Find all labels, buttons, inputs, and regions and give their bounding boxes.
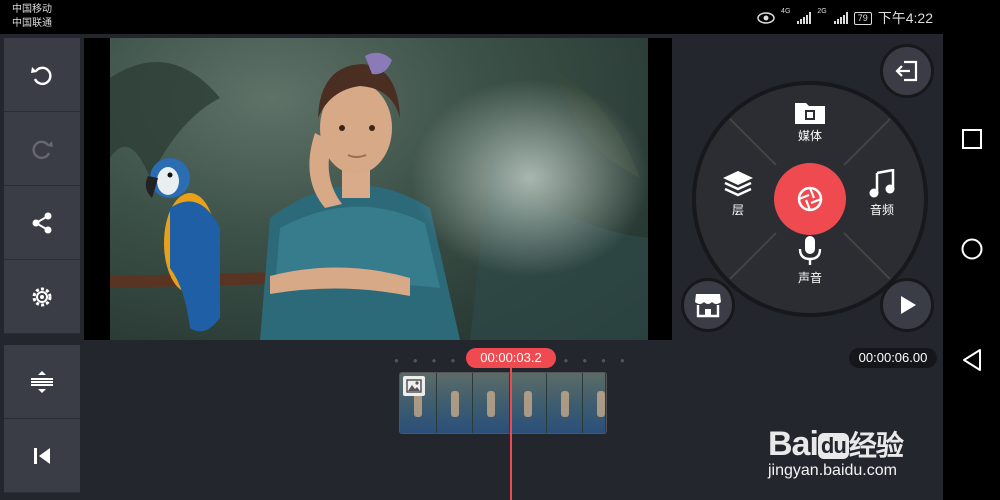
network-type-2: 2G bbox=[817, 8, 827, 15]
back-icon[interactable] bbox=[961, 348, 983, 372]
adjust-tracks-icon bbox=[31, 370, 53, 393]
baidu-logo: Bai du 经验 bbox=[768, 425, 904, 463]
layer-button[interactable]: 层 bbox=[708, 169, 768, 218]
signal-1-icon bbox=[797, 12, 812, 24]
total-duration: 00:00:06.00 bbox=[849, 348, 937, 368]
camera-shutter-icon bbox=[797, 186, 823, 212]
skip-to-start-button[interactable] bbox=[4, 419, 80, 493]
image-clip-icon bbox=[403, 376, 425, 396]
clip-thumbnail bbox=[509, 373, 547, 433]
system-nav-bar bbox=[943, 0, 1000, 500]
undo-button[interactable] bbox=[4, 38, 80, 112]
video-preview[interactable] bbox=[84, 38, 672, 340]
clip-thumbnail bbox=[473, 373, 510, 433]
play-icon bbox=[901, 296, 916, 314]
skip-to-start-icon bbox=[34, 447, 50, 464]
video-clip[interactable] bbox=[399, 372, 607, 434]
signal-2-icon bbox=[833, 12, 848, 24]
adjust-tracks-button[interactable] bbox=[4, 345, 80, 419]
clock: 下午4:22 bbox=[877, 10, 933, 26]
clip-thumbnail bbox=[436, 373, 474, 433]
playhead[interactable] bbox=[510, 368, 512, 500]
eye-icon bbox=[757, 12, 775, 24]
music-note-icon bbox=[869, 169, 895, 198]
media-button[interactable]: 媒体 bbox=[780, 99, 840, 144]
baidu-watermark: Bai du 经验 jingyan.baidu.com bbox=[768, 424, 948, 480]
preview-image bbox=[110, 38, 648, 340]
voice-button[interactable]: 声音 bbox=[780, 235, 840, 286]
layer-label: 层 bbox=[731, 203, 744, 217]
recent-apps-icon[interactable] bbox=[961, 128, 983, 150]
redo-button[interactable] bbox=[4, 112, 80, 186]
clip-thumbnail bbox=[546, 373, 584, 433]
layers-icon bbox=[723, 171, 753, 197]
share-icon bbox=[32, 212, 52, 233]
share-button[interactable] bbox=[4, 186, 80, 260]
baidu-url: jingyan.baidu.com bbox=[768, 462, 897, 479]
undo-icon bbox=[31, 66, 52, 85]
microphone-icon bbox=[798, 236, 822, 265]
store-icon bbox=[695, 294, 721, 318]
battery-level: 79 bbox=[853, 11, 872, 25]
playhead-time[interactable]: 00:00:03.2 bbox=[466, 348, 556, 368]
left-toolbar bbox=[4, 38, 80, 334]
audio-label: 音频 bbox=[869, 203, 894, 217]
voice-label: 声音 bbox=[797, 271, 822, 285]
media-label: 媒体 bbox=[797, 129, 822, 143]
status-bar: 中国移动 中国联通 4G 2G 79 下午4:22 bbox=[0, 0, 943, 34]
audio-button[interactable]: 音频 bbox=[852, 169, 912, 218]
carriers: 中国移动 中国联通 bbox=[12, 3, 52, 31]
play-button[interactable] bbox=[880, 278, 934, 332]
home-icon[interactable] bbox=[961, 238, 983, 260]
carrier-1: 中国移动 bbox=[12, 4, 52, 15]
film-folder-icon bbox=[795, 103, 825, 124]
left-toolbar-bottom bbox=[4, 345, 80, 493]
settings-gear-icon bbox=[32, 287, 52, 306]
carrier-2: 中国联通 bbox=[12, 18, 52, 29]
exit-icon bbox=[895, 60, 918, 82]
editor-app: 媒体 层 音频 声音 ●●●●●●●●●●●● bbox=[0, 34, 943, 500]
settings-button[interactable] bbox=[4, 260, 80, 334]
redo-icon bbox=[32, 140, 53, 159]
network-type-1: 4G bbox=[781, 8, 791, 15]
asset-store-button[interactable] bbox=[681, 278, 735, 332]
record-button[interactable] bbox=[774, 163, 846, 235]
status-indicators: 4G 2G 79 下午4:22 bbox=[757, 8, 933, 28]
clip-thumbnail bbox=[583, 373, 606, 433]
side-panel: 媒体 层 音频 声音 bbox=[672, 34, 943, 344]
